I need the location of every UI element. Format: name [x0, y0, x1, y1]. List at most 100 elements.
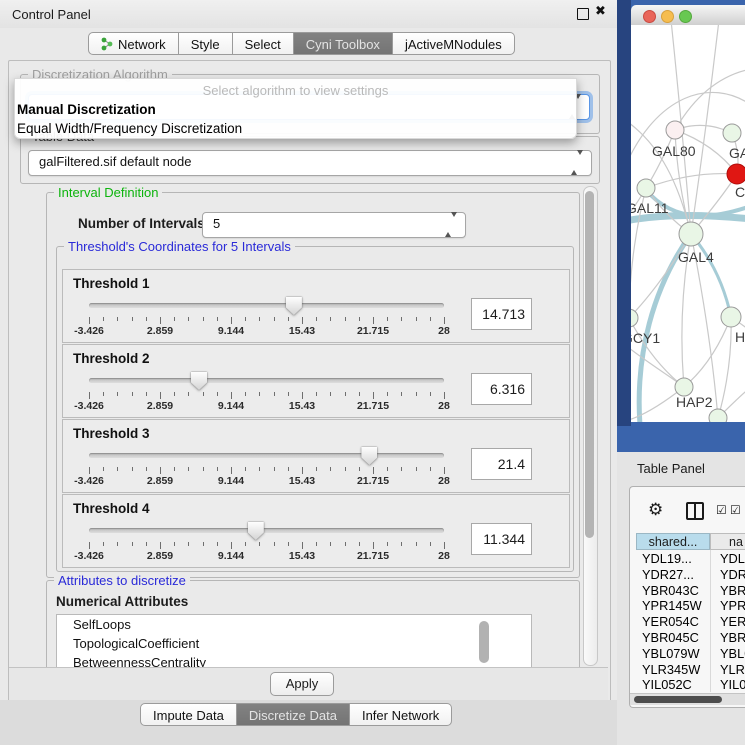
algorithm-prompt: Select algorithm to view settings — [15, 79, 576, 100]
algorithm-option-manual-discretization[interactable]: Manual Discretization — [15, 100, 576, 119]
table-cell-shared-name[interactable]: YDR27... — [642, 567, 708, 583]
tick-mark — [274, 542, 275, 546]
tick-mark — [416, 542, 417, 546]
network-node-ga[interactable] — [723, 124, 741, 142]
number-of-intervals-combobox[interactable]: 5 — [202, 212, 466, 238]
network-node-gcy1[interactable] — [631, 309, 638, 327]
tick-mark — [387, 392, 388, 396]
tick-mark — [316, 392, 317, 396]
tick-mark — [188, 542, 189, 546]
apply-button[interactable]: Apply — [270, 672, 334, 696]
slider-handle[interactable] — [191, 372, 207, 390]
tick-mark — [146, 467, 147, 471]
slider-handle[interactable] — [361, 447, 377, 465]
network-window-titlebar[interactable] — [631, 5, 745, 26]
minimize-traffic-light-icon[interactable] — [661, 10, 674, 23]
tab-discretize-data[interactable]: Discretize Data — [237, 703, 350, 726]
tick-mark — [188, 467, 189, 471]
network-node-c[interactable] — [727, 164, 745, 184]
network-canvas[interactable]: GAL80GACGAL11GAL4GCY1HHAP2 — [631, 25, 745, 422]
slider-handle[interactable] — [286, 297, 302, 315]
table-cell-name[interactable]: YPR1 — [720, 598, 745, 614]
table-cell-name[interactable]: YER0 — [720, 614, 745, 630]
table-cell-shared-name[interactable]: YBR045C — [642, 630, 708, 646]
network-node-gal80[interactable] — [666, 121, 684, 139]
tick-mark — [316, 467, 317, 471]
table-cell-name[interactable]: YBR0 — [720, 583, 745, 599]
tick-mark — [217, 317, 218, 321]
slider-track[interactable] — [89, 528, 444, 533]
tick-label: 15.43 — [289, 550, 315, 562]
tab-jactivemnodules[interactable]: jActiveMNodules — [393, 32, 515, 55]
tick-mark — [160, 392, 161, 399]
threshold-label: Threshold 3 — [73, 426, 150, 441]
gear-icon[interactable]: ⚙ — [648, 500, 663, 520]
attribute-item-selfloops[interactable]: SelfLoops — [57, 615, 531, 634]
network-node-gal11[interactable] — [637, 179, 655, 197]
tick-label: 2.859 — [147, 325, 173, 337]
table-cell-shared-name[interactable]: YPR145W — [642, 598, 708, 614]
table-cell-shared-name[interactable]: YER054C — [642, 614, 708, 630]
threshold-row-4: Threshold 4-3.4262.8599.14415.4321.71528… — [62, 494, 570, 568]
tick-mark — [387, 542, 388, 546]
table-hscrollbar-thumb[interactable] — [634, 696, 722, 703]
tab-network[interactable]: Network — [88, 32, 179, 55]
table-cell-name[interactable]: YDR2 — [720, 567, 745, 583]
tab-impute-data[interactable]: Impute Data — [140, 703, 237, 726]
tab-cyni-toolbox[interactable]: Cyni Toolbox — [294, 32, 393, 55]
node-label-gal11: GAL11 — [631, 200, 669, 216]
network-node-h[interactable] — [721, 307, 741, 327]
table-cell-name[interactable]: YBR0 — [720, 630, 745, 646]
tick-mark — [203, 542, 204, 546]
split-view-icon[interactable] — [686, 502, 704, 520]
tick-mark — [103, 467, 104, 471]
algorithm-option-equal-width-frequency-discretization[interactable]: Equal Width/Frequency Discretization — [15, 119, 576, 138]
column-header-shared-name[interactable]: shared... — [636, 533, 710, 550]
tick-mark — [132, 317, 133, 321]
network-node-gal4[interactable] — [679, 222, 703, 246]
tick-mark — [416, 317, 417, 321]
threshold-value-field[interactable]: 11.344 — [471, 523, 532, 555]
table-cell-shared-name[interactable]: YDL19... — [642, 551, 708, 567]
checkbox-icon[interactable]: ☑ — [716, 503, 727, 517]
table-cell-shared-name[interactable]: YLR345W — [642, 662, 708, 678]
table-cell-shared-name[interactable]: YIL052C — [642, 677, 708, 693]
checkbox-icon[interactable]: ☑ — [730, 503, 741, 517]
zoom-traffic-light-icon[interactable] — [679, 10, 692, 23]
column-header-name[interactable]: na — [710, 533, 745, 550]
threshold-value-field[interactable]: 14.713 — [471, 298, 532, 330]
tab-style[interactable]: Style — [179, 32, 233, 55]
thresholds-group-title: Threshold's Coordinates for 5 Intervals — [64, 239, 295, 254]
network-node-unlabeled[interactable] — [709, 409, 727, 422]
table-cell-name[interactable]: YDL1 — [720, 551, 745, 567]
slider-track[interactable] — [89, 303, 444, 308]
table-cell-name[interactable]: YBL0 — [720, 646, 745, 662]
numerical-attributes-list[interactable]: SelfLoopsTopologicalCoefficientBetweenne… — [56, 614, 532, 669]
panel-scrollbar-thumb[interactable] — [585, 191, 594, 538]
table-horizontal-scrollbar[interactable] — [630, 693, 745, 705]
threshold-value-field[interactable]: 21.4 — [471, 448, 532, 480]
float-icon[interactable] — [577, 8, 589, 20]
table-cell-name[interactable]: YLR3 — [720, 662, 745, 678]
slider-track[interactable] — [89, 453, 444, 458]
tick-label: 28 — [438, 400, 450, 412]
close-traffic-light-icon[interactable] — [643, 10, 656, 23]
table-data-combobox[interactable]: galFiltered.sif default node — [28, 150, 592, 176]
tick-label: 21.715 — [357, 550, 389, 562]
tick-mark — [231, 317, 232, 324]
slider-track[interactable] — [89, 378, 444, 383]
panel-scrollbar[interactable] — [583, 186, 598, 666]
attributes-scrollbar-thumb[interactable] — [479, 621, 489, 663]
table-cell-name[interactable]: YIL0 — [720, 677, 745, 693]
algorithm-dropdown-popup[interactable]: Select algorithm to view settings Manual… — [14, 78, 577, 139]
table-cell-shared-name[interactable]: YBL079W — [642, 646, 708, 662]
table-cell-shared-name[interactable]: YBR043C — [642, 583, 708, 599]
tick-mark — [259, 392, 260, 396]
tick-mark — [103, 392, 104, 396]
close-icon[interactable]: ✖ — [595, 4, 606, 19]
threshold-value-field[interactable]: 6.316 — [471, 373, 532, 405]
slider-handle[interactable] — [248, 522, 264, 540]
attribute-item-topologicalcoefficient[interactable]: TopologicalCoefficient — [57, 634, 531, 653]
tab-select[interactable]: Select — [233, 32, 294, 55]
tab-infer-network[interactable]: Infer Network — [350, 703, 452, 726]
